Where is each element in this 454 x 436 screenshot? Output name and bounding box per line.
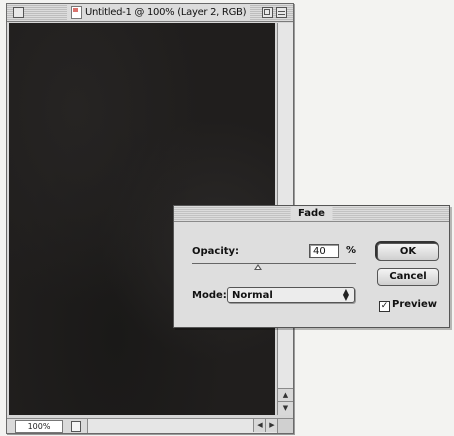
ok-button[interactable]: OK <box>377 243 439 261</box>
fade-dialog: Fade Opacity: 40 % Mode: Normal ▲ ▼ OK Ca… <box>173 205 450 328</box>
dialog-title-bar[interactable]: Fade <box>174 206 449 222</box>
collapse-box-icon[interactable] <box>276 7 287 18</box>
opacity-slider-thumb[interactable] <box>253 264 262 270</box>
scroll-down-arrow-icon[interactable]: ▼ <box>278 401 293 415</box>
cancel-button[interactable]: Cancel <box>377 268 439 286</box>
dialog-title: Fade <box>290 207 333 220</box>
opacity-input[interactable]: 40 <box>309 244 339 258</box>
mode-label: Mode: <box>192 290 227 301</box>
checkmark-icon: ✓ <box>380 301 389 311</box>
mode-select[interactable]: Normal ▲ ▼ <box>227 287 355 303</box>
zoom-box-icon[interactable] <box>262 7 273 18</box>
close-box-icon[interactable] <box>13 7 24 18</box>
zoom-level-field[interactable]: 100% <box>15 420 63 433</box>
document-info-icon[interactable] <box>71 421 81 432</box>
select-arrows-icon: ▲ ▼ <box>342 287 350 302</box>
document-icon <box>71 6 82 19</box>
opacity-label: Opacity: <box>192 246 240 257</box>
opacity-unit: % <box>346 245 357 256</box>
resize-grow-box[interactable] <box>277 419 293 433</box>
preview-label: Preview <box>392 299 438 310</box>
window-title: Untitled-1 @ 100% (Layer 2, RGB) <box>85 7 247 18</box>
horizontal-scrollbar[interactable]: ◀ ▶ <box>87 419 278 433</box>
window-title-wrap: Untitled-1 @ 100% (Layer 2, RGB) <box>67 5 251 20</box>
preview-checkbox[interactable]: ✓ <box>379 301 390 312</box>
opacity-slider-track[interactable] <box>192 263 356 264</box>
window-title-bar[interactable]: Untitled-1 @ 100% (Layer 2, RGB) <box>7 4 293 22</box>
scroll-up-arrow-icon[interactable]: ▲ <box>278 388 293 402</box>
status-bar: 100% ◀ ▶ <box>7 418 293 433</box>
mode-selected-value: Normal <box>232 290 273 301</box>
